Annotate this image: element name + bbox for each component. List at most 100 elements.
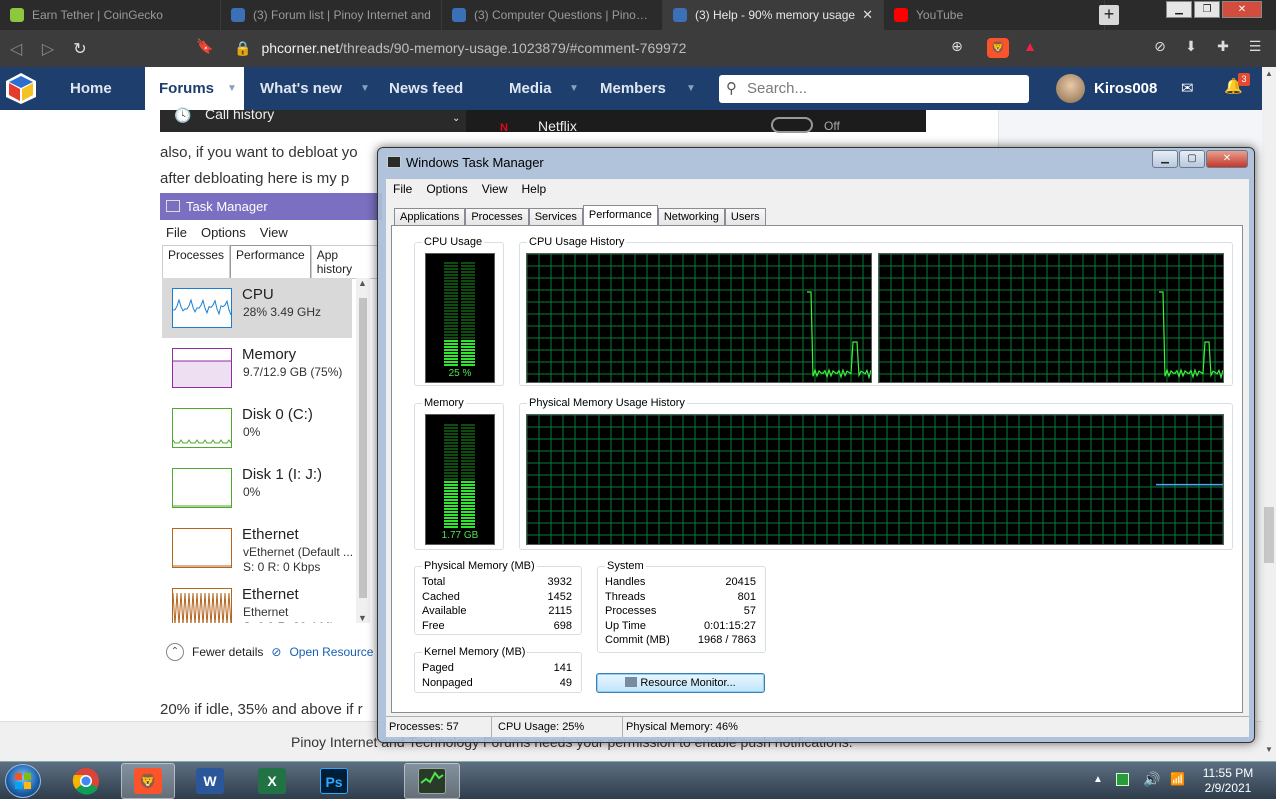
tm7-menu-options[interactable]: Options [426,179,467,199]
tm10-tab-performance: Performance [230,245,311,278]
zoom-icon[interactable]: ⊕ [947,38,967,58]
nav-media[interactable]: Media [509,67,552,110]
scroll-up-icon[interactable]: ▲ [1262,69,1276,83]
mail-icon[interactable]: ✉ [1181,79,1197,97]
tab-title: (3) Computer Questions | Pinoy Int [474,8,652,22]
tm7-tab-applications[interactable]: Applications [394,208,466,226]
tm7-tab-services[interactable]: Services [528,208,583,226]
stat-row: Processes 57 [598,605,765,619]
meter-segment [461,280,475,282]
nav-home[interactable]: Home [70,67,112,110]
meter-segment [444,262,458,264]
resource-monitor-button[interactable]: Resource Monitor... [596,673,765,693]
maximize-button[interactable]: ❐ [1194,1,1220,18]
tray-app-icon[interactable] [1116,773,1129,786]
nav-news-feed[interactable]: News feed [389,67,463,110]
network-signal-icon[interactable]: 📶 [1170,772,1185,799]
system-clock[interactable]: 11:55 PM 2/9/2021 [1198,766,1258,796]
meter-segment [444,475,458,477]
username[interactable]: Kiros008 [1094,67,1157,110]
taskbar-task-manager[interactable] [404,763,460,799]
cpu-meter-bars [444,262,475,366]
browser-tab-4[interactable]: (3) Help - 90% memory usage ✕ [663,0,884,30]
chevron-down-icon[interactable]: ▼ [686,83,696,94]
meter-segment [461,457,475,459]
url-field[interactable]: 🔒 phcorner.net /threads/90-memory-usage.… [228,35,974,61]
tab-close-icon[interactable]: ✕ [862,7,873,23]
memory-history-plot [527,415,1223,544]
taskbar-brave[interactable]: 🦁 [121,763,175,799]
browser-tab-1[interactable]: Earn Tether | CoinGecko [0,0,221,30]
browser-tab-2[interactable]: (3) Forum list | Pinoy Internet and [221,0,442,30]
brave-rewards-icon[interactable]: ▲ [1020,38,1040,58]
menu-icon[interactable]: ☰ [1245,38,1265,58]
bookmark-icon[interactable]: 🔖 [196,38,213,55]
alert-badge: 3 [1238,73,1250,86]
meter-segment [444,322,458,324]
minimize-button[interactable]: ▁ [1166,1,1192,18]
nav-forums[interactable]: Forums ▼ [145,67,244,110]
page-scroll-thumb[interactable] [1264,507,1274,563]
tm7-tab-performance[interactable]: Performance [582,205,658,226]
forward-arrow-icon[interactable]: ▷ [32,39,64,59]
tm7-menu-help[interactable]: Help [522,179,547,199]
brave-shields-icon[interactable]: 🦁 [987,38,1009,58]
extensions-puzzle-icon[interactable]: ✚ [1213,38,1233,58]
tm7-tab-users[interactable]: Users [724,208,766,226]
chevron-down-icon[interactable]: ▼ [569,83,579,94]
page-scrollbar[interactable]: ▲ ▼ [1262,67,1276,761]
start-button[interactable] [5,764,41,798]
call-history-row: 🕓 Call history ⌄ [160,107,466,132]
meter-segment [461,436,475,438]
taskbar-photoshop[interactable]: Ps [307,763,361,799]
tm7-minimize-button[interactable]: ▁ [1152,150,1178,168]
scroll-down-icon[interactable]: ▼ [1262,745,1276,759]
download-icon[interactable]: ⬇ [1181,38,1201,58]
show-hidden-icons-icon[interactable]: ▲ [1093,774,1103,799]
meter-segment [444,424,458,426]
browser-tab-3[interactable]: (3) Computer Questions | Pinoy Int [442,0,663,30]
meter-segment [461,262,475,264]
meter-segment [461,511,475,513]
reload-icon[interactable]: ↻ [64,39,96,59]
meter-segment [444,292,458,294]
meter-segment [461,481,475,483]
taskbar-chrome[interactable] [59,763,113,799]
meter-segment [444,520,458,522]
tm7-menu-view[interactable]: View [482,179,508,199]
tm7-close-button[interactable]: ✕ [1206,150,1248,168]
chevron-down-icon[interactable]: ▼ [360,83,370,94]
close-window-button[interactable]: ✕ [1222,1,1262,18]
meter-segment [444,490,458,492]
taskbar-word[interactable]: W [183,763,237,799]
tm10-resource-name: Disk 1 (I: J:) [242,466,323,483]
tm7-menubar: File Options View Help [386,179,1249,199]
tm7-menu-file[interactable]: File [393,179,412,199]
new-tab-button[interactable]: + [1099,5,1119,25]
search-input[interactable]: ⚲ Search... [719,75,1029,103]
tm7-tab-processes[interactable]: Processes [465,208,529,226]
performance-panel: CPU Usage 25 % CPU Usage History Memory … [391,225,1243,713]
embedded-screenshot-strip: 🕓 Call history ⌄ Netflix N Off [160,107,926,134]
nav-whats-new[interactable]: What's new [260,67,342,110]
tm7-maximize-button[interactable]: ▢ [1179,150,1205,168]
volume-icon[interactable]: 🔊 [1143,771,1160,799]
stat-key: Available [422,605,467,617]
phcorner-logo-icon[interactable] [4,71,38,105]
tab-title: (3) Help - 90% memory usage [695,8,856,22]
block-extension-icon[interactable]: ⊘ [1150,38,1170,58]
browser-tab-5[interactable]: YouTube [884,0,1105,30]
taskbar-excel[interactable]: X [245,763,299,799]
meter-segment [444,436,458,438]
meter-segment [444,514,458,516]
tm7-tab-networking[interactable]: Networking [657,208,725,226]
back-arrow-icon[interactable]: ◁ [0,39,32,59]
tm10-sparkline [173,565,231,567]
chevron-down-icon[interactable]: ▼ [227,67,237,110]
meter-segment [461,463,475,465]
cpu-history-graph-core-1 [526,253,872,383]
lock-icon[interactable]: 🔒 [234,40,251,57]
stat-row: Cached 1452 [415,591,581,605]
avatar[interactable] [1056,74,1085,103]
nav-members[interactable]: Members [600,67,666,110]
